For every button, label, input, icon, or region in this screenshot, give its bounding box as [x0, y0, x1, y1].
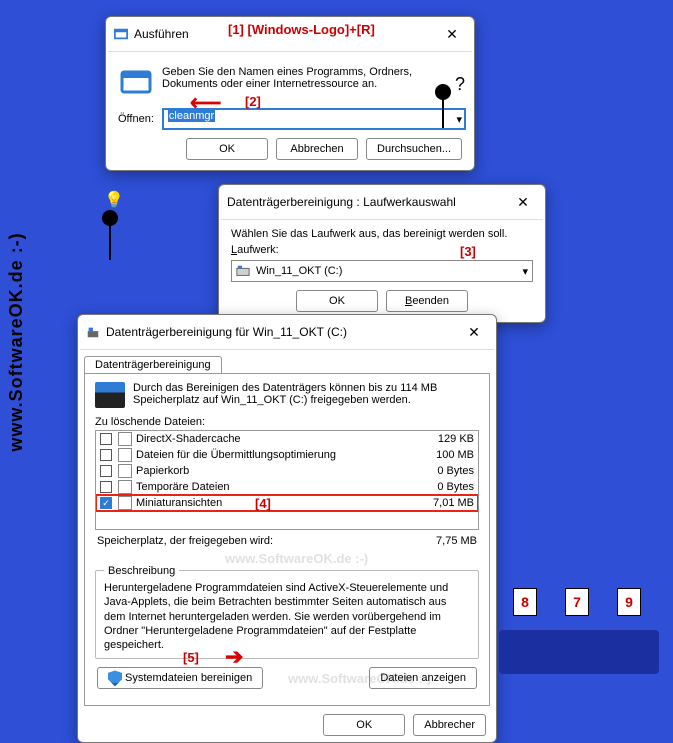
- drive-select-dialog: Datenträgerbereinigung : Laufwerkauswahl…: [218, 184, 546, 323]
- chevron-down-icon: ▾: [522, 265, 528, 278]
- run-icon: [114, 27, 128, 41]
- drive-select[interactable]: Win_11_OKT (C:) ▾: [231, 260, 533, 282]
- arrow-icon: ➔: [225, 644, 243, 670]
- table-row[interactable]: Dateien für die Übermittlungsoptimierung…: [96, 447, 478, 463]
- close-icon[interactable]: ✕: [460, 321, 488, 343]
- annotation-3: [3]: [460, 244, 476, 259]
- file-icon: [118, 448, 132, 462]
- score-card: 7: [565, 588, 589, 616]
- arrow-icon: ⟵: [190, 90, 222, 116]
- tab-cleanup[interactable]: Datenträgerbereinigung: [84, 356, 222, 373]
- score-card: 9: [617, 588, 641, 616]
- watermark-vertical: www.SoftwareOK.de :-): [6, 232, 27, 451]
- drive-title: Datenträgerbereinigung : Laufwerkauswahl: [227, 195, 503, 209]
- system-files-button[interactable]: Systemdateien bereinigen: [97, 667, 263, 689]
- checkbox[interactable]: ✓: [100, 497, 112, 509]
- annotation-5: [5]: [183, 650, 199, 665]
- cancel-button[interactable]: Abbrecher: [413, 714, 486, 736]
- file-list[interactable]: DirectX-Shadercache129 KB Dateien für di…: [95, 430, 479, 530]
- table-row[interactable]: Papierkorb0 Bytes: [96, 463, 478, 479]
- file-icon: [118, 480, 132, 494]
- cleanup-summary: Durch das Bereinigen des Datenträgers kö…: [133, 382, 479, 406]
- judges-figure: 8 7 9: [499, 584, 659, 674]
- checkbox[interactable]: [100, 449, 112, 461]
- drive-icon: [236, 264, 250, 278]
- total-value: 7,75 MB: [436, 535, 477, 547]
- disk-icon: [95, 382, 125, 408]
- thinking-figure: ?: [415, 80, 475, 160]
- table-row[interactable]: Temporäre Dateien0 Bytes: [96, 479, 478, 495]
- file-icon: [118, 432, 132, 446]
- watermark-faint: www.SoftwareOK.de :-): [225, 551, 609, 566]
- ok-button[interactable]: OK: [186, 138, 268, 160]
- close-icon[interactable]: ✕: [509, 191, 537, 213]
- annotation-1: [1] [Windows-Logo]+[R]: [228, 22, 375, 37]
- close-icon[interactable]: ✕: [438, 23, 466, 45]
- exit-button[interactable]: Beenden: [386, 290, 468, 312]
- description-body: Heruntergeladene Programmdateien sind Ac…: [104, 581, 470, 652]
- checkbox[interactable]: [100, 465, 112, 477]
- idea-figure: 💡: [80, 200, 140, 280]
- annotation-2: [2]: [245, 94, 261, 109]
- file-icon: [118, 496, 132, 510]
- list-label: Zu löschende Dateien:: [95, 416, 479, 428]
- description-title: Beschreibung: [104, 565, 179, 577]
- shield-icon: [108, 670, 122, 686]
- total-label: Speicherplatz, der freigegeben wird:: [97, 535, 273, 547]
- open-label: Öffnen:: [118, 113, 154, 125]
- cancel-button[interactable]: Abbrechen: [276, 138, 358, 160]
- drive-label: Laufwerk:: [231, 244, 533, 256]
- cleanup-title: Datenträgerbereinigung für Win_11_OKT (C…: [106, 325, 454, 339]
- ok-button[interactable]: OK: [323, 714, 405, 736]
- cleanup-icon: [86, 325, 100, 339]
- checkbox[interactable]: [100, 433, 112, 445]
- annotation-4: [4]: [255, 496, 639, 511]
- drive-value: Win_11_OKT (C:): [256, 265, 342, 277]
- cleanup-dialog: Datenträgerbereinigung für Win_11_OKT (C…: [77, 314, 497, 743]
- drive-description: Wählen Sie das Laufwerk aus, das bereini…: [231, 228, 533, 240]
- ok-button[interactable]: OK: [296, 290, 378, 312]
- trash-icon: [118, 464, 132, 478]
- checkbox[interactable]: [100, 481, 112, 493]
- table-row[interactable]: DirectX-Shadercache129 KB: [96, 431, 478, 447]
- score-card: 8: [513, 588, 537, 616]
- run-large-icon: [120, 66, 152, 98]
